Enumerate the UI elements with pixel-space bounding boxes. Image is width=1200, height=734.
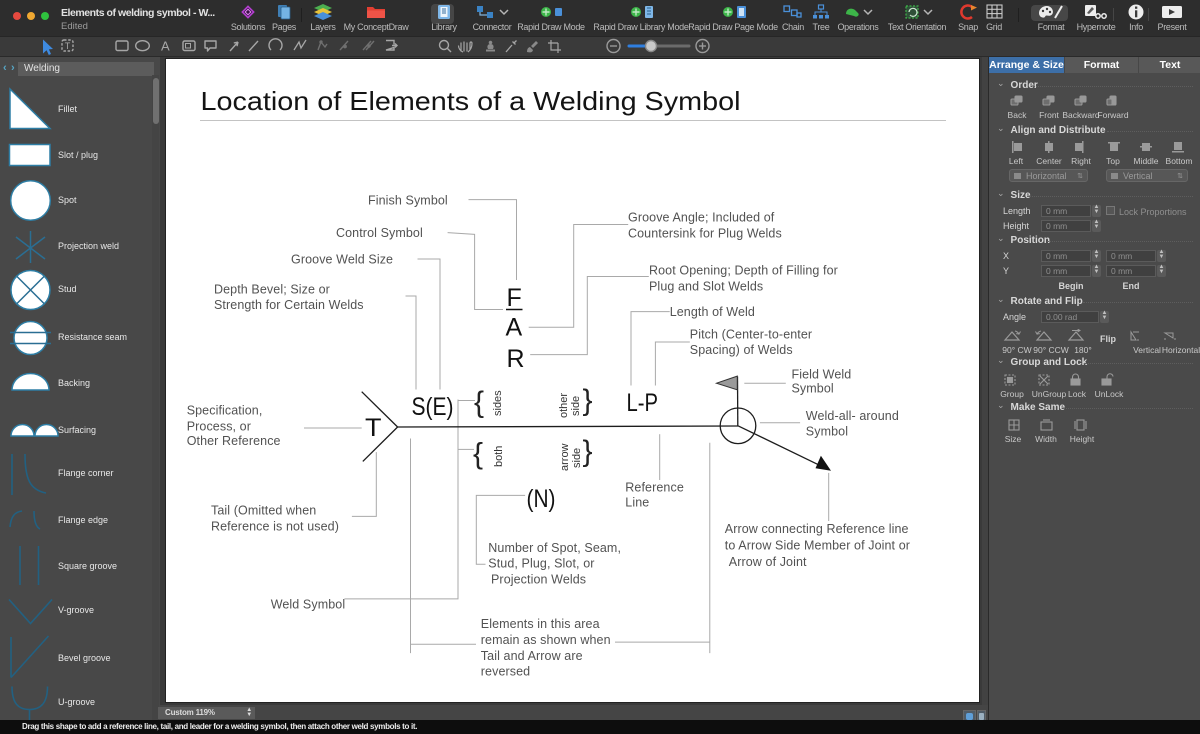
svg-text:Groove Angle; Included of: Groove Angle; Included of	[628, 210, 775, 224]
svg-text:both: both	[493, 446, 505, 467]
svg-text:to Arrow Side Member of Joint: to Arrow Side Member of Joint or	[725, 539, 910, 553]
svg-text:R: R	[507, 345, 525, 373]
svg-text:Arrow of Joint: Arrow of Joint	[729, 555, 807, 569]
svg-text:Depth Bevel; Size or: Depth Bevel; Size or	[214, 282, 330, 296]
svg-text:Strength for Certain Welds: Strength for Certain Welds	[214, 298, 364, 312]
svg-text:Process, or: Process, or	[187, 419, 251, 433]
svg-text:side: side	[571, 448, 583, 468]
svg-text:Countersink for Plug Welds: Countersink for Plug Welds	[628, 226, 782, 240]
svg-text:Tail (Omitted when: Tail (Omitted when	[211, 503, 316, 517]
svg-text:Line: Line	[625, 495, 649, 509]
svg-text:Groove Weld Size: Groove Weld Size	[291, 252, 393, 266]
svg-text:Other Reference: Other Reference	[187, 434, 281, 448]
svg-text:other: other	[558, 393, 570, 418]
svg-text:arrow: arrow	[559, 443, 571, 471]
svg-text:Pitch (Center-to-enter: Pitch (Center-to-enter	[690, 327, 812, 341]
svg-text:Elements in this area: Elements in this area	[481, 617, 600, 631]
svg-text:Control Symbol: Control Symbol	[336, 226, 423, 240]
svg-text:L-P: L-P	[627, 389, 659, 417]
svg-text:Weld Symbol: Weld Symbol	[271, 598, 346, 612]
svg-text:Length of Weld: Length of Weld	[670, 305, 755, 319]
svg-text:Field Weld: Field Weld	[792, 367, 852, 381]
svg-text:{: {	[473, 438, 483, 471]
svg-text:Symbol: Symbol	[806, 425, 848, 439]
svg-text:Reference: Reference	[625, 481, 684, 495]
svg-text:Weld-all- around: Weld-all- around	[806, 409, 899, 423]
svg-text:remain as shown when: remain as shown when	[481, 633, 611, 647]
svg-text:side: side	[570, 396, 582, 416]
svg-text:Specification,: Specification,	[187, 404, 263, 418]
svg-text:{: {	[474, 386, 484, 419]
svg-text:Finish Symbol: Finish Symbol	[368, 193, 448, 207]
svg-text:Location of Elements of a Weld: Location of Elements of a Welding Symbol	[201, 86, 741, 116]
svg-text:Symbol: Symbol	[792, 382, 834, 396]
svg-text:Arrow connecting Reference lin: Arrow connecting Reference line	[725, 522, 909, 536]
svg-text:F: F	[507, 284, 522, 312]
svg-text:Tail and Arrow are: Tail and Arrow are	[481, 649, 583, 663]
svg-text:Plug and Slot Welds: Plug and Slot Welds	[649, 279, 763, 293]
svg-text:Spacing) of Welds: Spacing) of Welds	[690, 343, 793, 357]
svg-text:reversed: reversed	[481, 665, 530, 679]
svg-text:sides: sides	[492, 390, 504, 416]
svg-text:}: }	[583, 384, 593, 417]
svg-text:Number of Spot, Seam,: Number of Spot, Seam,	[488, 541, 621, 555]
svg-text:A: A	[506, 314, 523, 342]
svg-text:Reference is not used): Reference is not used)	[211, 520, 339, 534]
svg-text:Stud, Plug, Slot, or: Stud, Plug, Slot, or	[488, 557, 594, 571]
svg-text:A: A	[161, 39, 170, 54]
svg-text:T: T	[65, 41, 71, 51]
svg-text:Projection Welds: Projection Welds	[491, 573, 586, 587]
svg-text:T: T	[365, 414, 382, 442]
svg-text:(N): (N)	[527, 485, 556, 513]
svg-text:Root Opening; Depth of Filling: Root Opening; Depth of Filling for	[649, 263, 838, 277]
svg-text:S(E): S(E)	[412, 393, 454, 421]
svg-text:}: }	[583, 435, 593, 468]
